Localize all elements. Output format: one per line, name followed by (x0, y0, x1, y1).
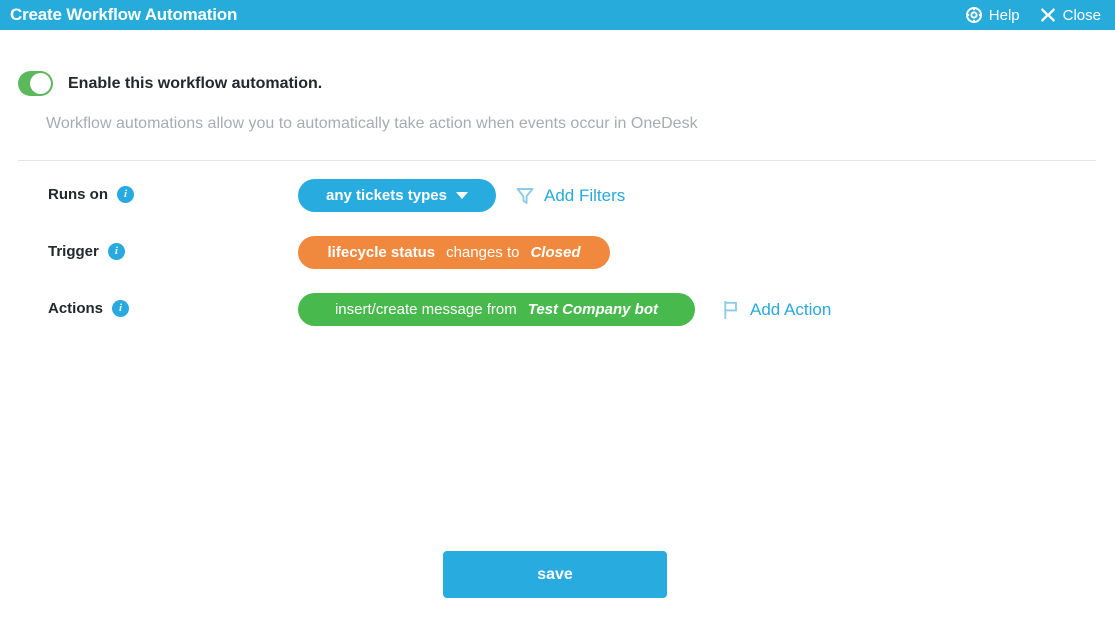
add-filters-label: Add Filters (544, 185, 626, 205)
flag-icon (721, 300, 741, 320)
actions-content: insert/create message from Test Company … (298, 293, 831, 326)
chevron-down-icon (455, 192, 468, 199)
automation-rows: Runs on i any tickets types Add Filters … (0, 179, 1115, 350)
description-text: Workflow automations allow you to automa… (46, 115, 698, 132)
info-icon[interactable]: i (107, 243, 125, 260)
trigger-value: Closed (530, 244, 581, 261)
section-divider (18, 160, 1096, 161)
add-action-label: Add Action (750, 299, 832, 319)
trigger-pill[interactable]: lifecycle status changes to Closed (298, 236, 610, 269)
runs-on-label-group: Runs on i (48, 186, 134, 203)
enable-automation-label: Enable this workflow automation. (68, 74, 323, 92)
info-icon[interactable]: i (112, 300, 130, 317)
window-title: Create Workflow Automation (10, 5, 238, 24)
runs-on-type-pill[interactable]: any tickets types (298, 179, 496, 212)
trigger-field: lifecycle status (327, 244, 436, 261)
trigger-content: lifecycle status changes to Closed (298, 236, 610, 269)
titlebar-actions: Help Close (965, 6, 1101, 24)
runs-on-row: Runs on i any tickets types Add Filters (0, 179, 1115, 236)
trigger-label-group: Trigger i (48, 243, 125, 260)
action-pill[interactable]: insert/create message from Test Company … (298, 293, 695, 326)
info-icon[interactable]: i (117, 186, 134, 203)
trigger-operator: changes to (446, 244, 520, 261)
runs-on-content: any tickets types Add Filters (298, 179, 625, 212)
close-icon (1040, 7, 1056, 23)
close-label: Close (1062, 6, 1101, 24)
close-button[interactable]: Close (1040, 7, 1101, 24)
runs-on-type-label: any tickets types (326, 187, 447, 204)
action-name: insert/create message from (334, 301, 517, 318)
help-label: Help (988, 6, 1020, 24)
enable-automation-row: Enable this workflow automation. (18, 71, 322, 96)
action-value: Test Company bot (527, 301, 659, 318)
add-filters-button[interactable]: Add Filters (515, 186, 625, 206)
lifebuoy-icon (965, 7, 982, 23)
runs-on-label: Runs on (48, 186, 108, 203)
save-button[interactable]: save (443, 551, 667, 598)
window-titlebar: Create Workflow Automation Help Close (0, 0, 1115, 30)
actions-row: Actions i insert/create message from Tes… (0, 293, 1115, 350)
enable-automation-toggle[interactable] (18, 71, 53, 96)
filter-funnel-icon (515, 186, 535, 206)
toggle-knob (30, 73, 51, 94)
add-action-button[interactable]: Add Action (721, 300, 831, 320)
help-button[interactable]: Help (965, 6, 1020, 24)
actions-label-group: Actions i (48, 300, 130, 317)
actions-label: Actions (48, 300, 104, 317)
trigger-row: Trigger i lifecycle status changes to Cl… (0, 236, 1115, 293)
trigger-label: Trigger (48, 243, 99, 260)
